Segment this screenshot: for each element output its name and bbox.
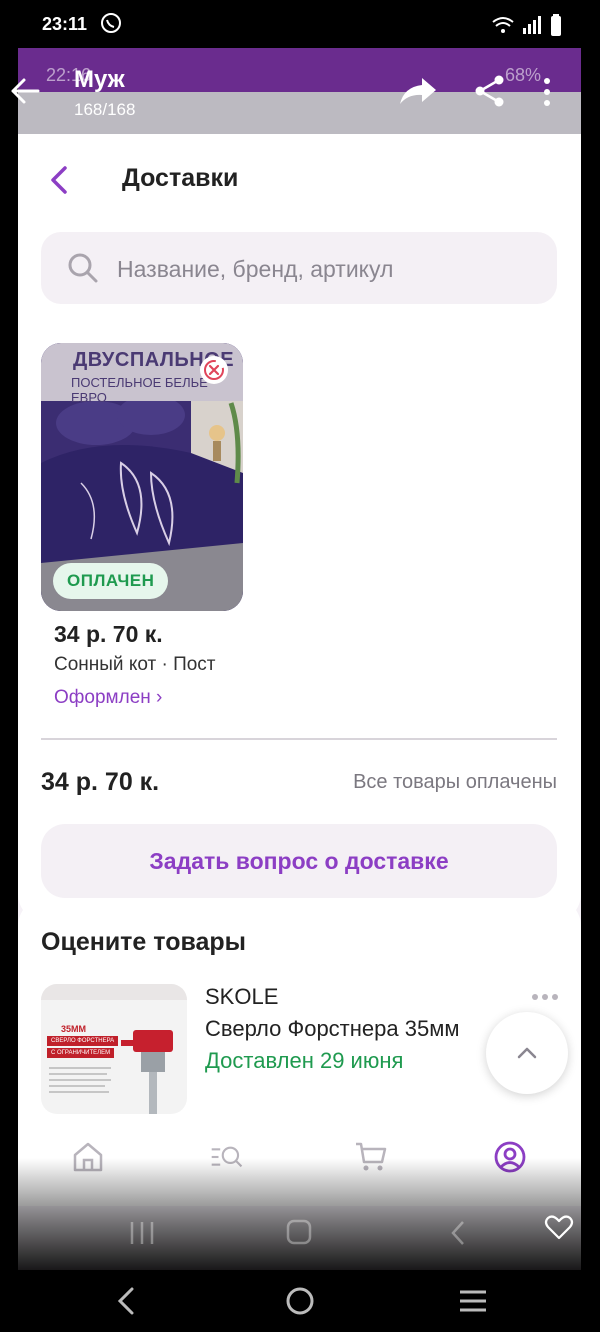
viewer-more-icon[interactable]: [540, 76, 554, 108]
chevron-up-icon: [517, 1047, 537, 1059]
viewer-image-counter: 168/168: [74, 100, 136, 119]
search-input[interactable]: Название, бренд, артикул: [41, 232, 557, 304]
device-menu-icon[interactable]: [460, 1290, 486, 1312]
drill-bit-photo: [41, 984, 187, 1114]
rate-section-title: Оцените товары: [41, 928, 247, 956]
payment-status: Все товары оплачены: [353, 771, 557, 793]
system-back-icon: [451, 1221, 464, 1245]
viber-notification-icon: [101, 13, 121, 33]
search-placeholder: Название, бренд, артикул: [117, 256, 394, 282]
cancel-order-icon[interactable]: [199, 355, 229, 385]
delivery-card: Доставки Название, бренд, артикул ДВУСПА…: [18, 134, 581, 922]
system-status-bar: 23:11: [0, 0, 600, 50]
recents-icon: [130, 1222, 154, 1244]
rated-product-image[interactable]: 35ММ СВЕРЛО ФОРСТНЕРА С ОГРАНИЧИТЕЛЕМ: [41, 984, 187, 1114]
device-navigation-bar: [0, 1270, 600, 1332]
forward-icon[interactable]: [398, 76, 438, 106]
image-viewer: 22:16 68% Доставки Название, бренд, арти…: [18, 48, 581, 1270]
screenshot-battery-percent: 68%: [504, 65, 541, 85]
status-icons: [492, 14, 562, 36]
product-image[interactable]: ДВУСПАЛЬНОЕ ПОСТЕЛЬНОЕ БЕЛЬЕ ЕВРО ОПЛАЧЕ…: [41, 343, 243, 611]
product-name: Сонный кот · Пост: [54, 654, 216, 675]
ask-delivery-question-button[interactable]: Задать вопрос о доставке: [41, 824, 557, 898]
screenshot-system-nav: [130, 1219, 464, 1245]
order-total: 34 р. 70 к.: [41, 768, 160, 796]
more-options-icon[interactable]: [530, 992, 560, 1002]
page-title: Доставки: [122, 164, 239, 192]
device-back-icon[interactable]: [117, 1287, 134, 1315]
device-home-icon[interactable]: [286, 1287, 314, 1315]
back-arrow-icon[interactable]: [46, 164, 72, 196]
signal-icon: [523, 16, 541, 34]
rated-product-status: Доставлен 29 июня: [205, 1048, 404, 1073]
rated-product-name: Сверло Форстнера 35мм: [205, 1016, 460, 1041]
search-icon: [68, 253, 98, 283]
battery-icon: [551, 14, 561, 36]
paid-badge: ОПЛАЧЕН: [53, 563, 169, 599]
share-icon[interactable]: [474, 74, 506, 108]
clock: 23:11: [42, 14, 88, 34]
scroll-to-top-button[interactable]: [486, 1012, 568, 1094]
device-nav-buttons: [117, 1287, 486, 1315]
viewer-contact-name: Муж: [74, 66, 125, 93]
product-price: 34 р. 70 к.: [54, 621, 163, 647]
wifi-icon: [492, 17, 514, 33]
home-button-icon: [286, 1219, 312, 1245]
viewer-back-icon[interactable]: [10, 76, 40, 106]
divider: [41, 738, 557, 740]
order-status-link[interactable]: Оформлен ›: [54, 687, 162, 709]
heart-icon[interactable]: [544, 1212, 574, 1242]
rated-product-brand: SKOLE: [205, 984, 279, 1009]
